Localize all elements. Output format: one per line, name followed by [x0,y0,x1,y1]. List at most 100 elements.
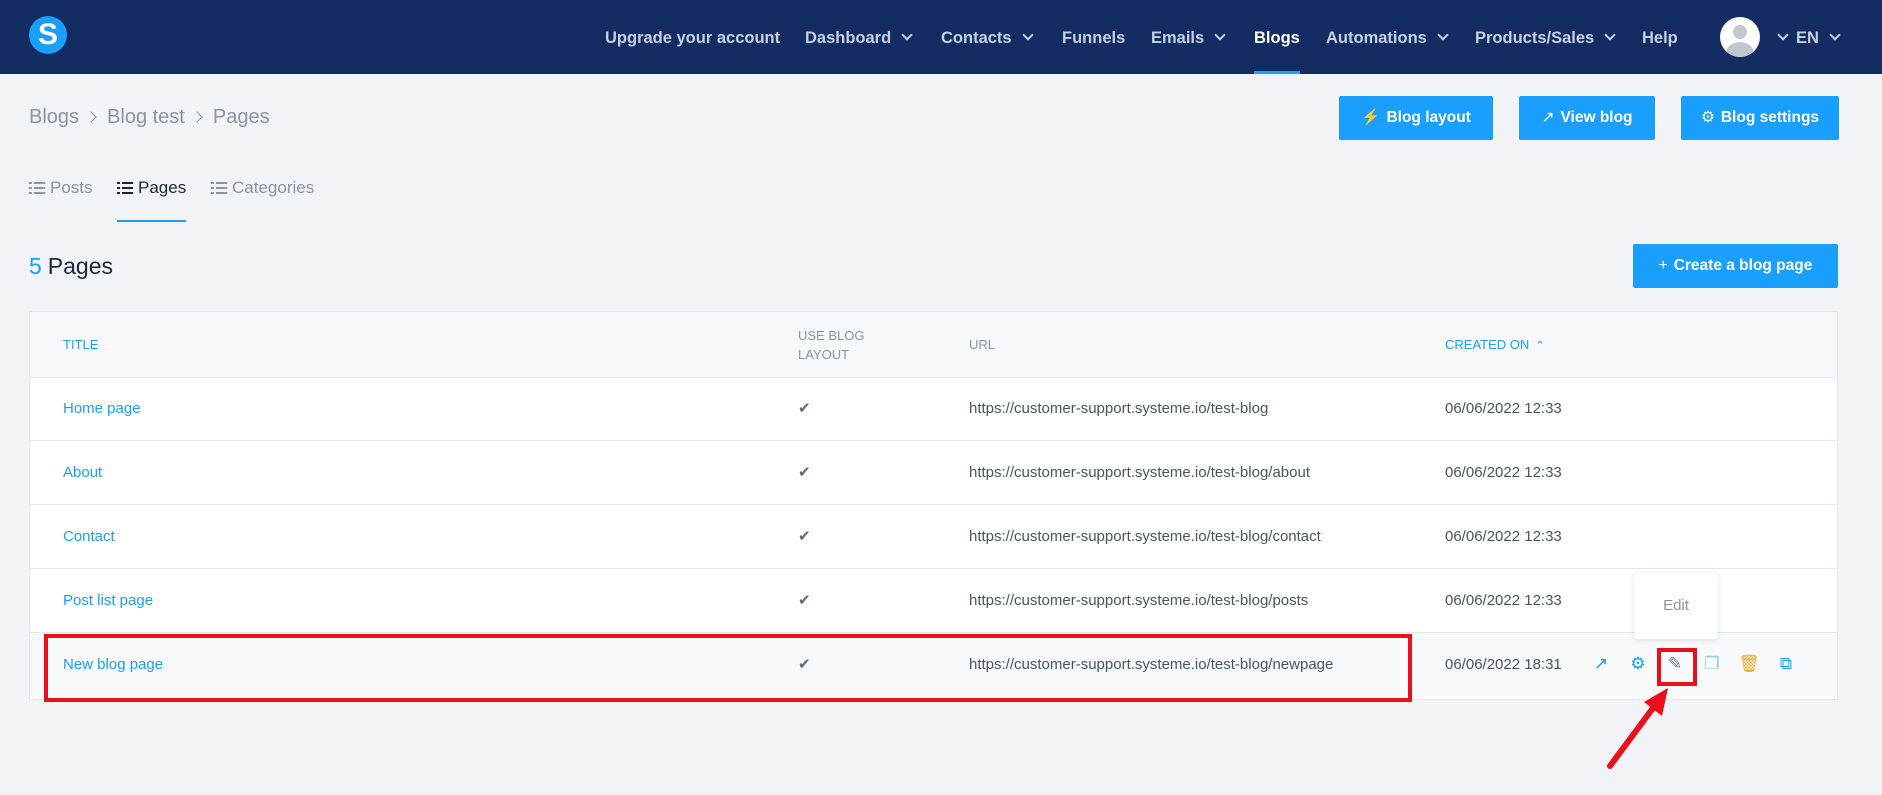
list-icon [211,182,227,194]
view-blog-label: View blog [1560,109,1633,126]
page-title-link[interactable]: Post list page [63,569,153,633]
breadcrumb-blog-test[interactable]: Blog test [107,106,185,128]
breadcrumb-blogs[interactable]: Blogs [29,106,79,128]
chevron-down-icon [1437,29,1449,41]
nav-label: Help [1642,29,1678,47]
nav-label: Products/Sales [1475,29,1595,47]
avatar-body-shape [1726,42,1754,57]
page-count: 5 [29,253,42,279]
chevron-down-icon [901,29,913,41]
view-blog-button[interactable]: ↗ View blog [1519,96,1655,140]
external-link-icon[interactable]: ↗ [1590,653,1612,675]
check-icon: ✔ [798,592,811,609]
create-blog-page-button[interactable]: + Create a blog page [1633,244,1838,288]
chevron-down-icon [1829,29,1841,41]
page-title-link[interactable]: Home page [63,377,141,441]
external-link-icon: ↗ [1541,109,1555,126]
create-blog-page-label: Create a blog page [1673,257,1813,274]
header-line: layout [798,347,850,362]
top-navbar: S Upgrade your account Dashboard Contact… [0,0,1882,74]
nav-funnels[interactable]: Funnels [1062,0,1125,74]
nav-automations[interactable]: Automations [1326,0,1449,74]
edit-tooltip: Edit [1634,573,1718,639]
systeme-logo[interactable]: S [29,16,67,54]
page-url: https://customer-support.systeme.io/test… [969,528,1321,545]
avatar-head-shape [1733,25,1747,39]
page-count-label: Pages [47,253,114,279]
created-date: 06/06/2022 12:33 [1445,400,1562,417]
page-title-link[interactable]: Contact [63,505,115,569]
nav-label: Funnels [1062,29,1126,47]
list-icon [29,182,45,194]
language-label: EN [1796,29,1819,47]
language-selector[interactable]: EN [1796,0,1841,74]
nav-label: Automations [1326,29,1427,47]
table-row: Post list page ✔ https://customer-suppor… [30,569,1837,633]
chevron-down-icon [1777,29,1789,41]
tab-posts[interactable]: Posts [29,178,93,222]
chevron-down-icon [1021,29,1034,41]
breadcrumb: Blogs Blog test Pages [29,106,270,129]
tab-label: Pages [138,178,187,197]
nav-help[interactable]: Help [1642,0,1678,74]
chevron-down-icon [1214,29,1226,41]
column-header-created-on[interactable]: Created on ⌃ [1445,335,1544,356]
highlight-box-row [44,634,1412,702]
table-row: Home page ✔ https://customer-support.sys… [30,377,1837,441]
magic-wand-icon: ⚡ [1361,109,1381,126]
list-icon [117,182,133,194]
duplicate-icon[interactable]: ⧉ [1775,653,1797,675]
page-title-link[interactable]: About [63,441,102,505]
column-header-use-blog-layout: Use blog layout [798,326,864,364]
nav-contacts[interactable]: Contacts [941,0,1034,74]
page-url: https://customer-support.systeme.io/test… [969,400,1269,417]
created-date: 06/06/2022 12:33 [1445,528,1562,545]
page-url: https://customer-support.systeme.io/test… [969,464,1310,481]
nav-dashboard[interactable]: Dashboard [805,0,913,74]
column-header-title[interactable]: Title [63,335,98,354]
nav-label: Blogs [1254,29,1300,47]
nav-upgrade-account[interactable]: Upgrade your account [605,0,780,74]
nav-label: Upgrade your account [605,29,781,47]
page-count-title: 5 Pages [29,253,113,280]
nav-label: Dashboard [805,29,892,47]
table-row: Contact ✔ https://customer-support.syste… [30,505,1837,569]
table-header: Title Use blog layout URL Created on ⌃ [30,312,1837,378]
check-icon: ✔ [798,528,811,545]
created-date: 06/06/2022 18:31 [1445,656,1562,673]
annotation-arrow-icon [1607,688,1668,769]
nav-products-sales[interactable]: Products/Sales [1475,0,1616,74]
blog-settings-label: Blog settings [1720,109,1820,126]
gear-icon[interactable]: ⚙ [1627,653,1649,675]
nav-blogs[interactable]: Blogs [1254,0,1300,74]
avatar[interactable] [1720,17,1760,57]
check-icon: ✔ [798,400,811,417]
breadcrumb-pages: Pages [212,106,270,128]
nav-label: Contacts [941,29,1012,47]
blog-layout-label: Blog layout [1386,109,1471,126]
nav-emails[interactable]: Emails [1151,0,1226,74]
blog-settings-button[interactable]: ⚙ Blog settings [1681,96,1839,140]
tab-categories[interactable]: Categories [211,178,314,222]
account-menu-toggle[interactable] [1767,0,1789,74]
column-header-url: URL [969,337,996,352]
gear-icon: ⚙ [1700,109,1715,126]
check-icon: ✔ [798,464,811,481]
tab-label: Categories [232,178,315,197]
sort-ascending-icon: ⌃ [1535,340,1545,352]
nav-label: Emails [1151,29,1205,47]
chevron-right-icon [85,111,97,123]
created-date: 06/06/2022 12:33 [1445,592,1562,609]
header-label: Created on [1445,337,1530,352]
tab-pages[interactable]: Pages [117,178,187,222]
chevron-right-icon [191,111,203,123]
page-url: https://customer-support.systeme.io/test… [969,592,1309,609]
table-row: About ✔ https://customer-support.systeme… [30,441,1837,505]
plus-icon: + [1658,257,1668,274]
trash-icon[interactable]: 🗑 [1738,653,1760,675]
tab-label: Posts [50,178,93,197]
created-date: 06/06/2022 12:33 [1445,464,1562,481]
header-line: Use blog [798,328,865,343]
blog-layout-button[interactable]: ⚡ Blog layout [1339,96,1493,140]
copy-icon[interactable]: ❐ [1701,653,1723,675]
